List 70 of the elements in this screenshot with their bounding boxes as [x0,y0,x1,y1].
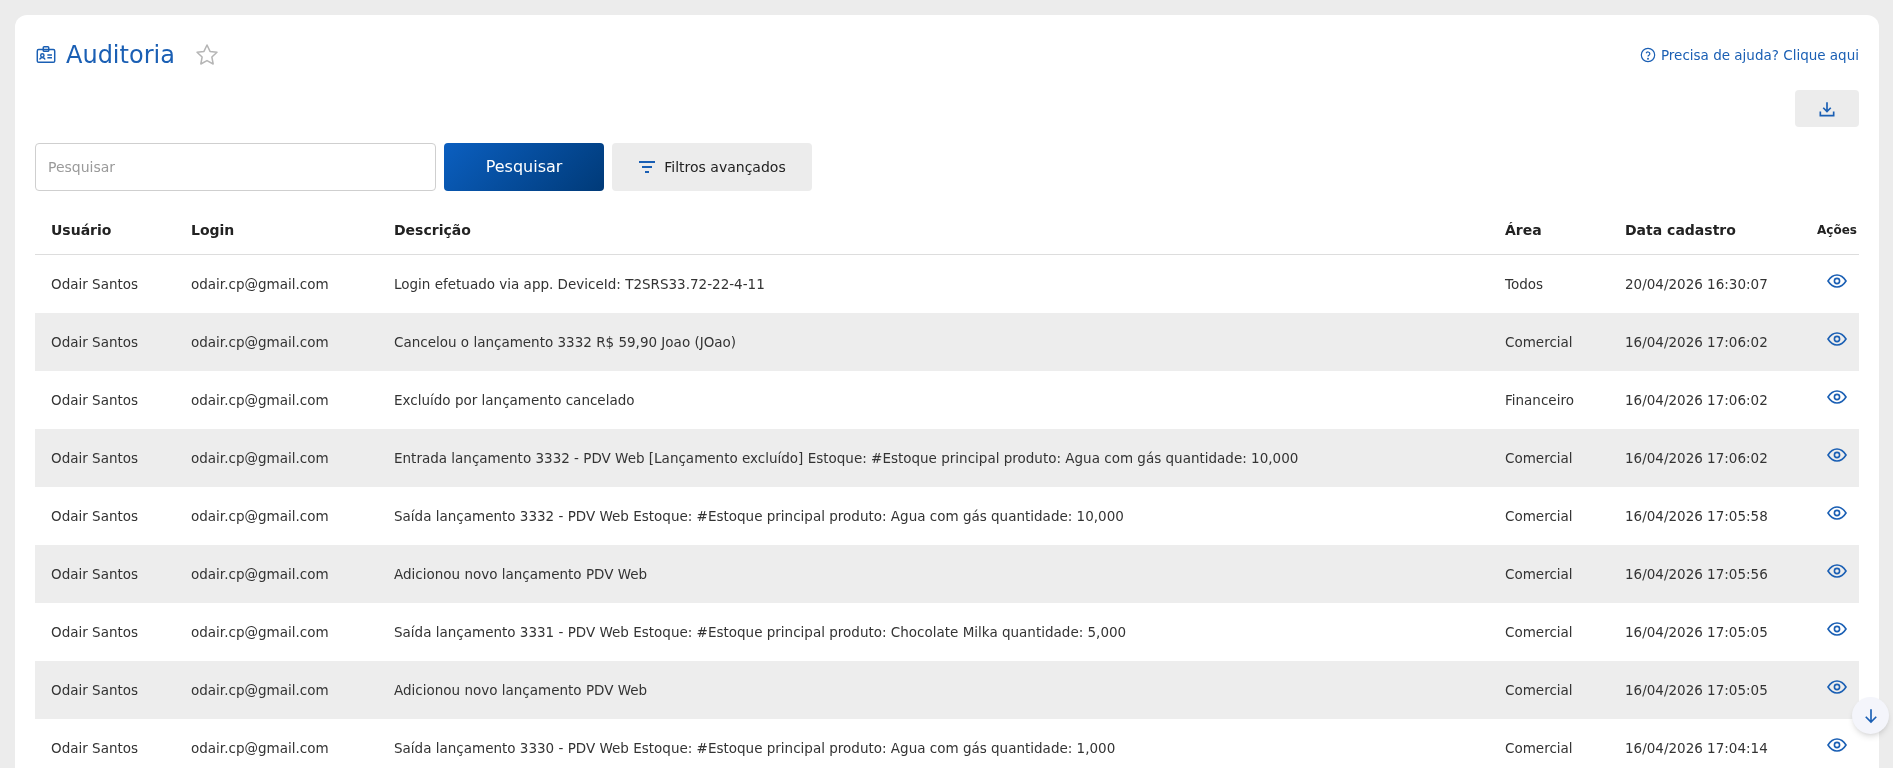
column-header: Login [191,220,236,240]
column-header: Data cadastro [1625,220,1737,240]
filter-icon [638,160,657,174]
table-cell: Comercial [1505,623,1573,640]
table-cell: Odair Santos [51,565,139,582]
table-cell: Odair Santos [51,681,139,698]
view-icon[interactable] [1827,738,1847,752]
table-cell: Odair Santos [51,275,139,292]
table-cell: 16/04/2026 17:05:56 [1625,565,1768,582]
table-cell: 16/04/2026 17:04:14 [1625,739,1768,756]
table-cell: odair.cp@gmail.com [191,333,329,350]
table-cell: odair.cp@gmail.com [191,739,329,756]
star-icon[interactable] [193,42,220,68]
table-cell: 16/04/2026 17:06:02 [1625,333,1768,350]
table-cell: Excluído por lançamento cancelado [394,391,635,408]
view-icon[interactable] [1827,390,1847,404]
table-cell: Cancelou o lançamento 3332 R$ 59,90 Joao (JOao) [394,333,737,350]
view-icon[interactable] [1827,622,1847,636]
table-cell: 16/04/2026 17:05:58 [1625,507,1768,524]
table-cell: Odair Santos [51,391,139,408]
table-cell: Odair Santos [51,739,139,756]
table-cell: Saída lançamento 3330 - PDV Web Estoque: #Estoque principal produto: Agua com gás quantidade: 1,000 [394,739,1116,756]
table-cell: odair.cp@gmail.com [191,623,329,640]
table-cell: Adicionou novo lançamento PDV Web [394,565,648,582]
filters-button[interactable]: Filtros avançados [612,143,812,191]
table-cell: odair.cp@gmail.com [191,681,329,698]
help-icon [1639,47,1656,63]
table-cell: Odair Santos [51,507,139,524]
help-link[interactable]: Precisa de ajuda? Clique aqui [1639,44,1859,66]
view-icon[interactable] [1827,680,1847,694]
column-header: Área [1505,220,1543,240]
table-cell: Saída lançamento 3331 - PDV Web Estoque: #Estoque principal produto: Chocolate Milka quantidade: 5,000 [394,623,1127,640]
table-cell: Comercial [1505,507,1573,524]
table-cell: odair.cp@gmail.com [191,449,329,466]
table-cell: Comercial [1505,681,1573,698]
view-icon[interactable] [1827,448,1847,462]
column-header: Descrição [394,220,472,240]
table-cell: odair.cp@gmail.com [191,275,329,292]
table-cell: Comercial [1505,565,1573,582]
view-icon[interactable] [1827,332,1847,346]
column-header: Usuário [50,220,113,240]
view-icon[interactable] [1827,274,1847,288]
view-icon[interactable] [1827,564,1847,578]
table-cell: Comercial [1505,449,1573,466]
table-cell: odair.cp@gmail.com [191,507,329,524]
table-cell: odair.cp@gmail.com [191,391,329,408]
view-icon[interactable] [1827,506,1847,520]
table-cell: Odair Santos [51,333,139,350]
table-cell: Saída lançamento 3332 - PDV Web Estoque: #Estoque principal produto: Agua com gás quantidade: 10,000 [394,507,1124,524]
table-cell: 20/04/2026 16:30:07 [1625,275,1768,292]
table-cell: Adicionou novo lançamento PDV Web [394,681,648,698]
table-cell: Entrada lançamento 3332 - PDV Web [Lançamento excluído] Estoque: #Estoque principal produto: Agua com gás quantidade: 10,000 [394,449,1299,466]
id-card-icon [35,44,57,66]
search-button[interactable]: Pesquisar [444,143,604,191]
page-title: Auditoria [66,43,175,67]
table-cell: Odair Santos [51,623,139,640]
table-cell: 16/04/2026 17:06:02 [1625,449,1768,466]
table-cell: Login efetuado via app. DeviceId: T2SRS33.72-22-4-11 [394,275,765,292]
table-cell: 16/04/2026 17:06:02 [1625,391,1768,408]
table-cell: Financeiro [1505,391,1574,408]
table-cell: Odair Santos [51,449,139,466]
table-cell: Todos [1505,275,1544,292]
table-cell: Comercial [1505,739,1573,756]
download-button[interactable] [1795,90,1859,127]
column-header: Ações [1816,222,1858,239]
table-cell: 16/04/2026 17:05:05 [1625,623,1768,640]
table-cell: 16/04/2026 17:05:05 [1625,681,1768,698]
table-cell: odair.cp@gmail.com [191,565,329,582]
table-cell: Comercial [1505,333,1573,350]
search-field[interactable]: Pesquisar [35,143,436,191]
